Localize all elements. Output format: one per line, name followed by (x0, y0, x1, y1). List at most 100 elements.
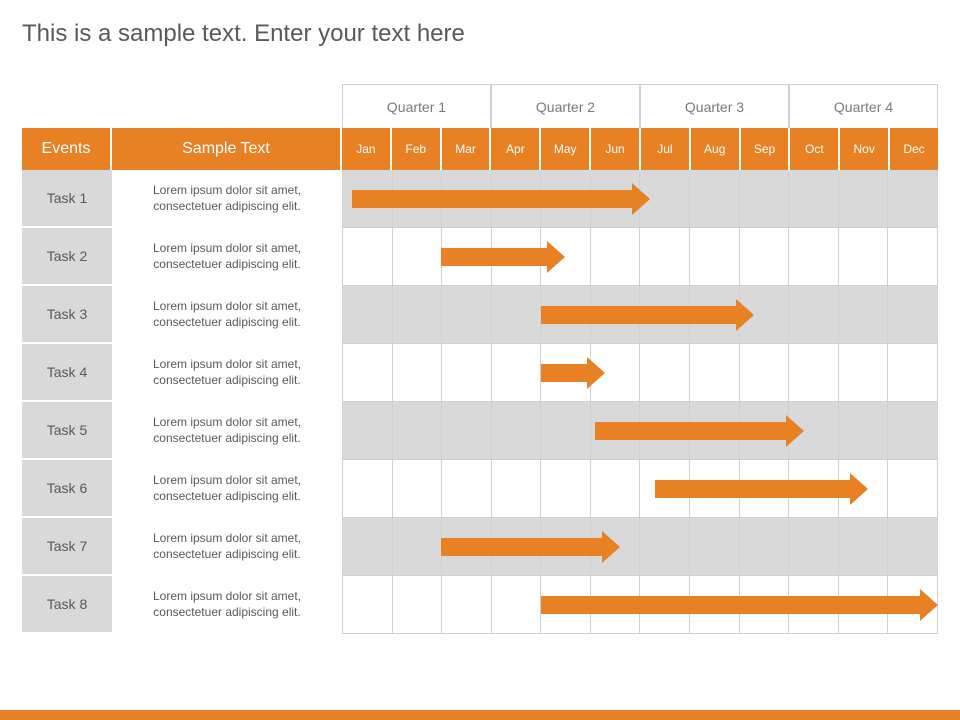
task-name: Task 4 (22, 344, 112, 402)
timeline-cell (839, 170, 889, 228)
task-row: Task 5Lorem ipsum dolor sit amet, consec… (22, 402, 342, 460)
timeline-cell (342, 518, 393, 576)
gantt-arrow-head (547, 241, 565, 273)
month-header: Mar (442, 128, 492, 170)
timeline-cell (888, 344, 938, 402)
month-header: Jan (342, 128, 392, 170)
timeline-cell (393, 460, 443, 518)
gantt-arrow-shaft (541, 306, 737, 324)
quarter-header: Quarter 2 (491, 85, 640, 128)
timeline-cell (591, 460, 641, 518)
timeline-grid (342, 170, 938, 228)
timeline-cell (839, 518, 889, 576)
quarter-header-row: Quarter 1Quarter 2Quarter 3Quarter 4 (342, 84, 938, 128)
month-header: Nov (840, 128, 890, 170)
gantt-arrow (541, 364, 606, 382)
task-row: Task 1Lorem ipsum dolor sit amet, consec… (22, 170, 342, 228)
task-name: Task 6 (22, 460, 112, 518)
page-title: This is a sample text. Enter your text h… (22, 20, 938, 48)
task-note: Lorem ipsum dolor sit amet, consectetuer… (112, 228, 342, 286)
timeline-cell (492, 344, 542, 402)
gantt-arrow (541, 596, 938, 614)
footer-accent-bar (0, 710, 960, 720)
month-header: May (541, 128, 591, 170)
timeline-cell (342, 344, 393, 402)
timeline-cell (640, 228, 690, 286)
timeline-grid (342, 228, 938, 286)
timeline-cell (888, 460, 938, 518)
timeline-grid (342, 286, 938, 344)
timeline-cell (690, 344, 740, 402)
gantt-arrow-head (602, 531, 620, 563)
gantt-arrow-head (850, 473, 868, 505)
task-row: Task 6Lorem ipsum dolor sit amet, consec… (22, 460, 342, 518)
timeline-cell (888, 170, 938, 228)
gantt-arrow (595, 422, 804, 440)
timeline-row (342, 286, 938, 344)
timeline-cell (393, 344, 443, 402)
gantt-arrow-head (632, 183, 650, 215)
timeline-cell (740, 344, 790, 402)
header-sample-text: Sample Text (112, 128, 342, 170)
month-header: Apr (491, 128, 541, 170)
timeline-cell (789, 286, 839, 344)
month-header: Dec (890, 128, 938, 170)
timeline-cell (342, 460, 393, 518)
timeline-cell (690, 518, 740, 576)
timeline-cell (740, 228, 790, 286)
quarter-header: Quarter 1 (342, 85, 491, 128)
timeline-cell (393, 576, 443, 634)
timeline-cell (839, 228, 889, 286)
timeline-cell (591, 228, 641, 286)
timeline-cell (442, 576, 492, 634)
timeline-row (342, 228, 938, 286)
timeline-row (342, 170, 938, 228)
task-row: Task 7Lorem ipsum dolor sit amet, consec… (22, 518, 342, 576)
gantt-arrow-shaft (441, 538, 602, 556)
timeline-cell (789, 344, 839, 402)
timeline-cell (690, 170, 740, 228)
timeline-grid (342, 344, 938, 402)
gantt-arrow (655, 480, 869, 498)
task-row: Task 3Lorem ipsum dolor sit amet, consec… (22, 286, 342, 344)
task-row: Task 2Lorem ipsum dolor sit amet, consec… (22, 228, 342, 286)
timeline-cell (442, 286, 492, 344)
timeline-cell (492, 402, 542, 460)
timeline-cell (789, 228, 839, 286)
header-events: Events (22, 128, 112, 170)
task-label-list: Task 1Lorem ipsum dolor sit amet, consec… (22, 170, 342, 634)
task-note: Lorem ipsum dolor sit amet, consectetuer… (112, 344, 342, 402)
task-note: Lorem ipsum dolor sit amet, consectetuer… (112, 170, 342, 228)
gantt-wrapper: Events Sample Text Task 1Lorem ipsum dol… (22, 84, 938, 634)
gantt-arrow-head (920, 589, 938, 621)
month-header: Jun (591, 128, 641, 170)
timeline-row (342, 460, 938, 518)
gantt-arrow-shaft (541, 364, 588, 382)
timeline-cell (541, 460, 591, 518)
gantt-arrow-head (786, 415, 804, 447)
month-header: Aug (691, 128, 741, 170)
timeline-cell (839, 286, 889, 344)
timeline-grid (342, 402, 938, 460)
timeline-cell (888, 402, 938, 460)
gantt-arrow-shaft (655, 480, 851, 498)
timeline-body (342, 170, 938, 634)
gantt-arrow (352, 190, 650, 208)
quarter-header: Quarter 3 (640, 85, 789, 128)
slide: This is a sample text. Enter your text h… (0, 0, 960, 720)
timeline-cell (888, 518, 938, 576)
task-name: Task 7 (22, 518, 112, 576)
task-note: Lorem ipsum dolor sit amet, consectetuer… (112, 402, 342, 460)
timeline-cell (789, 518, 839, 576)
task-name: Task 1 (22, 170, 112, 228)
timeline-cell (492, 460, 542, 518)
gantt-arrow (441, 538, 620, 556)
timeline-grid (342, 518, 938, 576)
timeline-row (342, 576, 938, 634)
timeline-row (342, 402, 938, 460)
task-name: Task 5 (22, 402, 112, 460)
timeline-cell (888, 286, 938, 344)
task-note: Lorem ipsum dolor sit amet, consectetuer… (112, 460, 342, 518)
month-header-row: JanFebMarAprMayJunJulAugSepOctNovDec (342, 128, 938, 170)
timeline-cell (839, 402, 889, 460)
